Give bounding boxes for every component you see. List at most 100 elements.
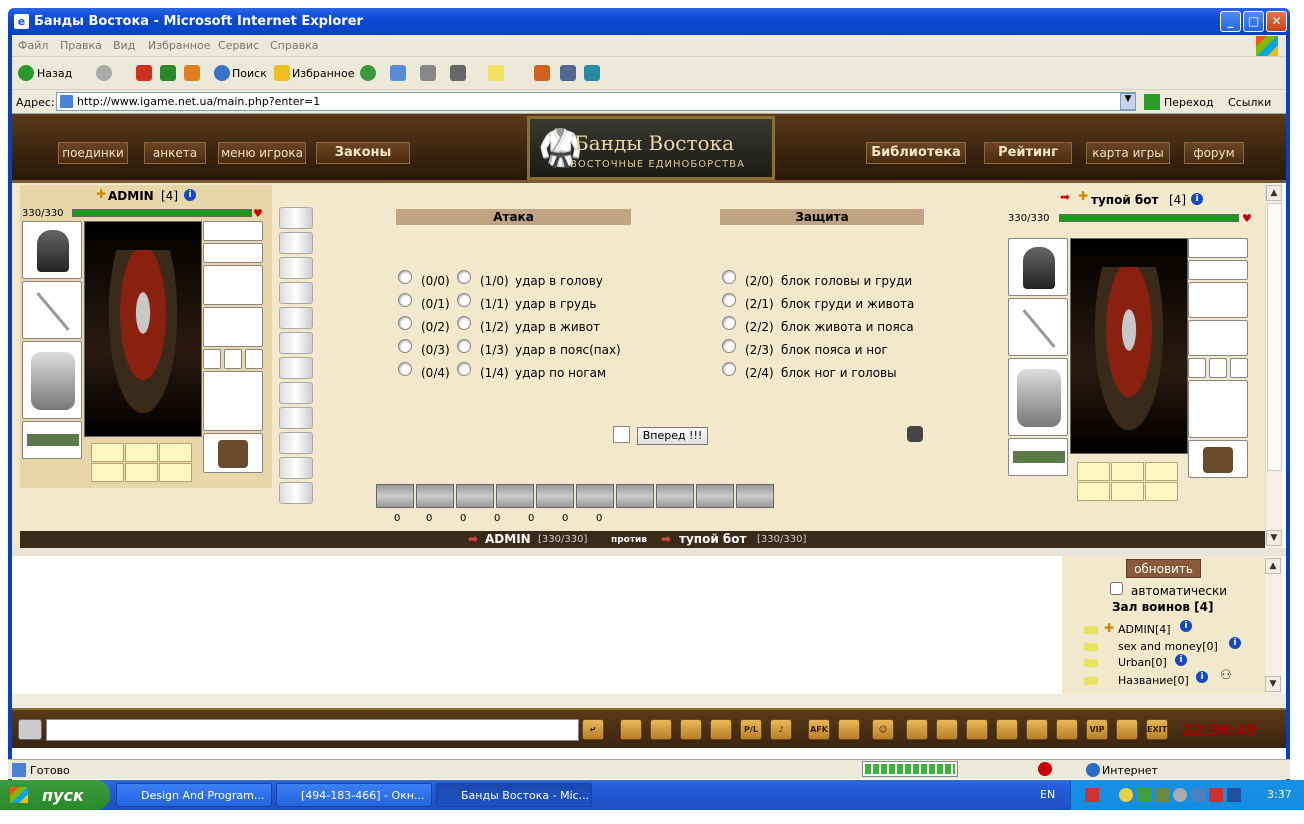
effect-scroll-slot[interactable] — [279, 432, 313, 454]
effect-scroll-slot[interactable] — [279, 257, 313, 279]
scroll-up-icon[interactable]: ▲ — [1266, 185, 1282, 201]
tray-icon[interactable] — [1119, 788, 1133, 802]
game-logo[interactable]: 🥋 Банды Востока ВОСТОЧНЫЕ ЕДИНОБОРСТВА — [527, 116, 775, 180]
search-icon[interactable] — [214, 65, 230, 81]
bracers-slot[interactable] — [1188, 282, 1248, 318]
castle-icon[interactable] — [1026, 719, 1048, 740]
add-friend-icon[interactable]: ⚇ — [1220, 668, 1236, 684]
history-icon[interactable] — [360, 65, 376, 81]
scroll-down-icon[interactable]: ▼ — [1265, 676, 1281, 692]
battle-scrollbar[interactable]: ▲ ▼ — [1265, 183, 1282, 548]
search-button[interactable]: Поиск — [232, 67, 267, 80]
tray-icon[interactable] — [1155, 788, 1169, 802]
menu-tools[interactable]: Сервис — [218, 39, 259, 52]
maximize-button[interactable]: □ — [1243, 11, 1264, 32]
tray-icon[interactable] — [1191, 788, 1205, 802]
nav-library[interactable]: Библиотека — [866, 142, 966, 164]
vip-icon[interactable]: VIP — [1086, 719, 1108, 740]
pl-icon[interactable]: P/L — [740, 719, 762, 740]
inventory-slot[interactable] — [125, 443, 158, 462]
ring-slot-1[interactable] — [203, 349, 221, 369]
player-avatar[interactable] — [84, 221, 202, 437]
taskbar-item[interactable]: Design And Program... — [116, 783, 272, 807]
nav-laws[interactable]: Законы — [316, 142, 410, 164]
go-button[interactable]: Переход — [1164, 96, 1214, 109]
attack-radio-a[interactable] — [398, 316, 412, 330]
weapon-slot[interactable] — [22, 281, 82, 339]
nav-rating[interactable]: Рейтинг — [984, 142, 1072, 164]
auto-refresh-checkbox[interactable] — [1110, 582, 1123, 595]
start-button[interactable]: пуск — [0, 780, 110, 810]
taskbar-item[interactable]: [494-183-466] - Окн... — [276, 783, 432, 807]
inventory-slot[interactable] — [1145, 482, 1178, 501]
menu-file[interactable]: Файл — [18, 39, 48, 52]
inventory-slot[interactable] — [125, 463, 158, 482]
chat-scrollbar[interactable]: ▲ ▼ — [1265, 556, 1282, 694]
nav-duels[interactable]: поединки — [58, 142, 128, 164]
menu-edit[interactable]: Правка — [60, 39, 102, 52]
inventory-slot[interactable] — [1145, 462, 1178, 481]
effect-scroll-slot[interactable] — [279, 232, 313, 254]
user-info-icon[interactable]: i — [1229, 637, 1241, 649]
defense-radio[interactable] — [722, 316, 736, 330]
armor-slot[interactable] — [1008, 358, 1068, 436]
attack-radio-b[interactable] — [457, 316, 471, 330]
versus-player1[interactable]: ADMIN — [485, 532, 531, 546]
afk-icon[interactable]: AFK — [808, 719, 830, 740]
inventory-slot[interactable] — [1111, 462, 1144, 481]
nav-map[interactable]: карта игры — [1086, 142, 1170, 164]
ring-slot-2[interactable] — [1209, 358, 1227, 378]
private-message-icon[interactable] — [1084, 659, 1098, 667]
defense-radio[interactable] — [722, 339, 736, 353]
forward-button[interactable]: Вперед !!! — [637, 427, 708, 445]
attack-radio-b[interactable] — [457, 362, 471, 376]
amulet-slot[interactable] — [1188, 260, 1248, 280]
effect-scroll-slot[interactable] — [279, 382, 313, 404]
scroll-down-icon[interactable]: ▼ — [1266, 530, 1282, 546]
exit-icon[interactable]: EXIT — [1146, 719, 1168, 740]
belt-slot[interactable] — [22, 421, 82, 459]
address-input[interactable]: http://www.igame.net.ua/main.php?enter=1 — [56, 92, 1136, 111]
attack-radio-a[interactable] — [398, 362, 412, 376]
sunglasses-icon[interactable] — [838, 719, 860, 740]
ring-slot-3[interactable] — [1230, 358, 1248, 378]
flag-icon[interactable] — [1116, 719, 1138, 740]
online-user[interactable]: Urban[0] — [1118, 656, 1167, 669]
address-dropdown-icon[interactable]: ▼ — [1120, 93, 1136, 110]
user-info-icon[interactable]: i — [1196, 671, 1208, 683]
menu-help[interactable]: Справка — [270, 39, 318, 52]
defense-radio[interactable] — [722, 270, 736, 284]
eraser-icon[interactable] — [620, 719, 642, 740]
favorites-star-icon[interactable] — [274, 65, 290, 81]
minimize-button[interactable]: _ — [1220, 11, 1241, 32]
fighter-icon[interactable] — [710, 719, 732, 740]
back-arrow-icon[interactable] — [18, 65, 34, 81]
opponent-info-icon[interactable]: i — [1191, 193, 1203, 205]
boots-slot[interactable] — [203, 433, 263, 473]
bag-icon[interactable] — [906, 719, 928, 740]
refresh-icon[interactable] — [160, 65, 176, 81]
tray-icon[interactable] — [1227, 788, 1241, 802]
go-arrow-icon[interactable] — [1144, 94, 1160, 110]
taskbar-item[interactable]: Банды Востока - Mic... — [436, 783, 592, 807]
frame-divider[interactable] — [12, 548, 1286, 556]
online-user[interactable]: ADMIN[4] — [1118, 623, 1171, 636]
music-icon[interactable]: ♪ — [770, 719, 792, 740]
tray-icon[interactable] — [1137, 788, 1151, 802]
tray-icon[interactable] — [1085, 788, 1099, 802]
discuss-icon[interactable] — [488, 65, 504, 81]
language-indicator[interactable]: EN — [1040, 788, 1055, 801]
secondary-weapon-slot[interactable] — [1188, 380, 1248, 438]
monitor-icon[interactable] — [680, 719, 702, 740]
research-icon[interactable] — [560, 65, 576, 81]
amulet-slot[interactable] — [203, 243, 263, 263]
opponent-avatar[interactable] — [1070, 238, 1188, 454]
save-icon[interactable] — [966, 719, 988, 740]
player-name[interactable]: ADMIN — [108, 189, 154, 203]
tools-icon[interactable] — [584, 65, 600, 81]
private-message-icon[interactable] — [1084, 643, 1098, 651]
defense-radio[interactable] — [722, 362, 736, 376]
effect-scroll-slot[interactable] — [279, 332, 313, 354]
effect-scroll-slot[interactable] — [279, 407, 313, 429]
user-info-icon[interactable]: i — [1175, 654, 1187, 666]
